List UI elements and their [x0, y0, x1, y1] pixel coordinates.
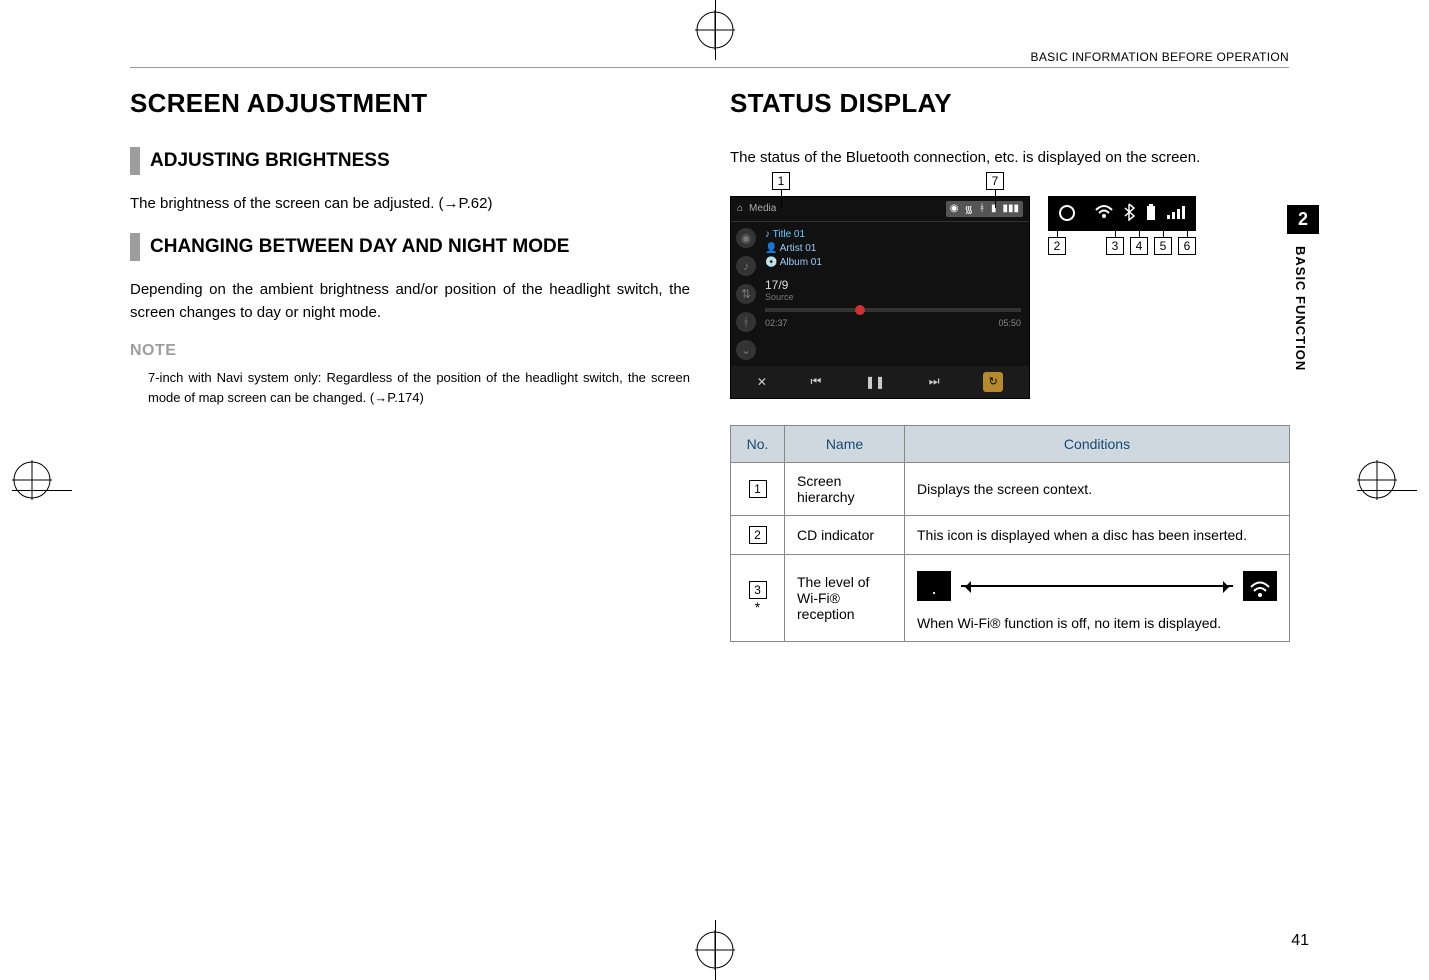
- bluetooth-icon: [1123, 203, 1135, 224]
- callout-3: 3: [1106, 237, 1124, 255]
- right-column: STATUS DISPLAY The status of the Bluetoo…: [730, 80, 1290, 900]
- source-bt-icon: ᚼ: [736, 312, 756, 332]
- running-head: BASIC INFORMATION BEFORE OPERATION: [130, 50, 1289, 68]
- wifi-full-icon: [1243, 571, 1277, 601]
- source-usb-icon: ⇅: [736, 284, 756, 304]
- source-ipod-icon: ♪: [736, 256, 756, 276]
- callout-6: 6: [1178, 237, 1196, 255]
- paragraph: The status of the Bluetooth connection, …: [730, 147, 1290, 170]
- status-display-figure: 1 7 ⌂ Media ◉ ᯾ ᚼ ▮ ▮▮▮: [730, 196, 1290, 399]
- pause-icon: ❚❚: [865, 375, 885, 389]
- row-name: CD indicator: [785, 515, 905, 554]
- note-body: 7-inch with Navi system only: Regardless…: [130, 368, 690, 407]
- track-metadata: ♪ Title 01 👤 Artist 01 💿 Album 01: [765, 228, 1021, 270]
- track-number: 17/9: [765, 278, 1021, 292]
- row-cond: This icon is displayed when a disc has b…: [905, 515, 1290, 554]
- table-row: 3 * The level of Wi-Fi® reception . When…: [731, 554, 1290, 641]
- paragraph: The brightness of the screen can be adju…: [130, 193, 690, 216]
- chapter-tab: 2 BASIC FUNCTION: [1287, 205, 1319, 383]
- track-title: Title 01: [773, 229, 805, 240]
- infotainment-screenshot: ⌂ Media ◉ ᯾ ᚼ ▮ ▮▮▮ ◉ ♪ ⇅ ᚼ: [730, 196, 1030, 399]
- callout-7: 7: [986, 172, 1004, 190]
- seek-bar: [765, 308, 1021, 312]
- section-bar-icon: [130, 147, 140, 175]
- col-no: No.: [731, 425, 785, 462]
- status-icons-table: No. Name Conditions 1 Screen hierarchy D…: [730, 425, 1290, 642]
- range-arrow-icon: [961, 585, 1233, 587]
- row-num: 2: [749, 526, 767, 544]
- home-icon: ⌂: [737, 203, 743, 214]
- section-bar-icon: [130, 233, 140, 261]
- time-total: 05:50: [998, 318, 1021, 328]
- callout-4: 4: [1130, 237, 1148, 255]
- left-column: SCREEN ADJUSTMENT ADJUSTING BRIGHTNESS T…: [130, 80, 690, 900]
- status-bar: ◉ ᯾ ᚼ ▮ ▮▮▮: [946, 201, 1023, 217]
- row-name: Screen hierarchy: [785, 462, 905, 515]
- row-name: The level of Wi-Fi® reception: [785, 554, 905, 641]
- source-rail: ◉ ♪ ⇅ ᚼ ⌄: [731, 222, 761, 366]
- wifi-weak-icon: .: [917, 571, 951, 601]
- disc-icon: ◉: [950, 203, 959, 214]
- paragraph: Depending on the ambient brightness and/…: [130, 279, 690, 324]
- page-number: 41: [1291, 932, 1309, 950]
- row-num-suffix: *: [755, 599, 760, 615]
- status-bar-zoom: 2 3 4 5 6: [1048, 196, 1196, 255]
- wifi-icon: ᯾: [964, 202, 973, 216]
- callout-line: [781, 190, 782, 208]
- disc-icon: [1059, 205, 1075, 221]
- callout-2: 2: [1048, 237, 1066, 255]
- next-icon: ⏭: [929, 374, 940, 389]
- signal-icon: [1167, 205, 1185, 222]
- playback-controls: ✕ ⏮ ❚❚ ⏭ ↻: [731, 366, 1029, 398]
- table-row: 2 CD indicator This icon is displayed wh…: [731, 515, 1290, 554]
- row-num: 3: [749, 581, 767, 599]
- row-cond: Displays the screen context.: [905, 462, 1290, 515]
- crop-mark-bottom: [685, 920, 745, 980]
- section-title: ADJUSTING BRIGHTNESS: [150, 147, 390, 175]
- note-heading: NOTE: [130, 342, 690, 360]
- row-cond: . When Wi-Fi® function is off, no item i…: [905, 554, 1290, 641]
- callout-5: 5: [1154, 237, 1172, 255]
- breadcrumb: Media: [749, 203, 940, 214]
- bluetooth-icon: ᚼ: [979, 203, 985, 214]
- row-cond-text: When Wi-Fi® function is off, no item is …: [917, 615, 1221, 631]
- chapter-label: BASIC FUNCTION: [1287, 234, 1314, 383]
- wifi-icon: [1095, 205, 1113, 222]
- source-more-icon: ⌄: [736, 340, 756, 360]
- chapter-number: 2: [1287, 205, 1319, 234]
- table-row: 1 Screen hierarchy Displays the screen c…: [731, 462, 1290, 515]
- heading-status-display: STATUS DISPLAY: [730, 88, 1290, 119]
- crop-mark-right: [1357, 460, 1417, 520]
- time-elapsed: 02:37: [765, 318, 788, 328]
- callout-1: 1: [772, 172, 790, 190]
- heading-screen-adjustment: SCREEN ADJUSTMENT: [130, 88, 690, 119]
- section-title: CHANGING BETWEEN DAY AND NIGHT MODE: [150, 233, 569, 261]
- section-day-night-mode: CHANGING BETWEEN DAY AND NIGHT MODE: [130, 233, 690, 261]
- signal-icon: ▮▮▮: [1002, 203, 1019, 214]
- section-adjusting-brightness: ADJUSTING BRIGHTNESS: [130, 147, 690, 175]
- source-disc-icon: ◉: [736, 228, 756, 248]
- col-conditions: Conditions: [905, 425, 1290, 462]
- repeat-icon: ↻: [983, 372, 1003, 392]
- col-name: Name: [785, 425, 905, 462]
- track-artist: Artist 01: [780, 243, 817, 254]
- battery-icon: [1145, 203, 1157, 224]
- callout-line: [995, 190, 996, 208]
- shuffle-icon: ✕: [757, 375, 767, 389]
- source-label: Source: [765, 292, 1021, 302]
- prev-icon: ⏮: [811, 374, 822, 389]
- row-num: 1: [749, 480, 767, 498]
- track-album: Album 01: [780, 257, 822, 268]
- crop-mark-left: [12, 460, 72, 520]
